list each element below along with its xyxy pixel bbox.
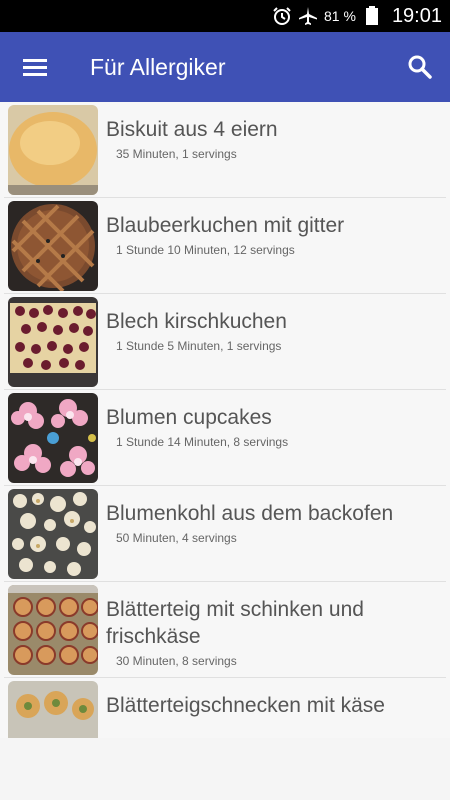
recipe-item-blumenkohl[interactable]: Blumenkohl aus dem backofen 50 Minuten, … — [4, 486, 446, 582]
recipe-meta: 1 Stunde 14 Minuten, 8 servings — [116, 435, 289, 449]
battery-icon — [362, 6, 382, 26]
recipe-thumbnail — [8, 393, 98, 483]
recipe-item-blaetterteigschnecken[interactable]: Blätterteigschnecken mit käse — [4, 678, 446, 738]
recipe-thumbnail — [8, 585, 98, 675]
status-clock: 19:01 — [391, 4, 442, 27]
recipe-meta: 1 Stunde 5 Minuten, 1 servings — [116, 339, 282, 353]
recipe-item-blaubeerkuchen[interactable]: Blaubeerkuchen mit gitter 1 Stunde 10 Mi… — [4, 198, 446, 294]
app-bar: Für Allergiker — [0, 32, 450, 102]
hamburger-menu-icon — [23, 59, 47, 76]
recipe-title: Blätterteigschnecken mit käse — [106, 694, 385, 717]
recipe-title: Blumen cupcakes — [106, 406, 272, 429]
recipe-thumbnail — [8, 681, 98, 738]
recipe-thumbnail — [8, 105, 98, 195]
status-bar: 81 % 19:01 — [0, 0, 450, 32]
airplane-mode-icon — [298, 6, 318, 26]
recipe-title: Blumenkohl aus dem backofen — [106, 502, 394, 525]
recipe-title: Blätterteig mit schinken und frischkäse — [106, 598, 364, 648]
recipe-title: Biskuit aus 4 eiern — [106, 118, 278, 141]
alarm-icon — [272, 6, 292, 26]
page-title: Für Allergiker — [90, 53, 226, 80]
recipe-thumbnail — [8, 201, 98, 291]
recipe-list[interactable]: Biskuit aus 4 eiern 35 Minuten, 1 servin… — [0, 102, 450, 738]
recipe-title: Blech kirschkuchen — [106, 310, 287, 333]
recipe-item-blech-kirschkuchen[interactable]: Blech kirschkuchen 1 Stunde 5 Minuten, 1… — [4, 294, 446, 390]
recipe-item-biskuit[interactable]: Biskuit aus 4 eiern 35 Minuten, 1 servin… — [4, 102, 446, 198]
recipe-thumbnail — [8, 297, 98, 387]
menu-button[interactable] — [0, 32, 70, 102]
battery-percentage: 81 % — [324, 8, 356, 24]
search-button[interactable] — [390, 32, 450, 102]
recipe-meta: 1 Stunde 10 Minuten, 12 servings — [116, 243, 295, 257]
bottom-blank-area — [0, 738, 450, 800]
recipe-meta: 30 Minuten, 8 servings — [116, 654, 237, 668]
recipe-meta: 50 Minuten, 4 servings — [116, 531, 237, 545]
recipe-item-blaetterteig-schinken[interactable]: Blätterteig mit schinken und frischkäse … — [4, 582, 446, 678]
recipe-thumbnail — [8, 489, 98, 579]
recipe-title: Blaubeerkuchen mit gitter — [106, 214, 345, 237]
recipe-meta: 35 Minuten, 1 servings — [116, 147, 237, 161]
recipe-item-blumen-cupcakes[interactable]: Blumen cupcakes 1 Stunde 14 Minuten, 8 s… — [4, 390, 446, 486]
search-icon — [408, 55, 432, 79]
